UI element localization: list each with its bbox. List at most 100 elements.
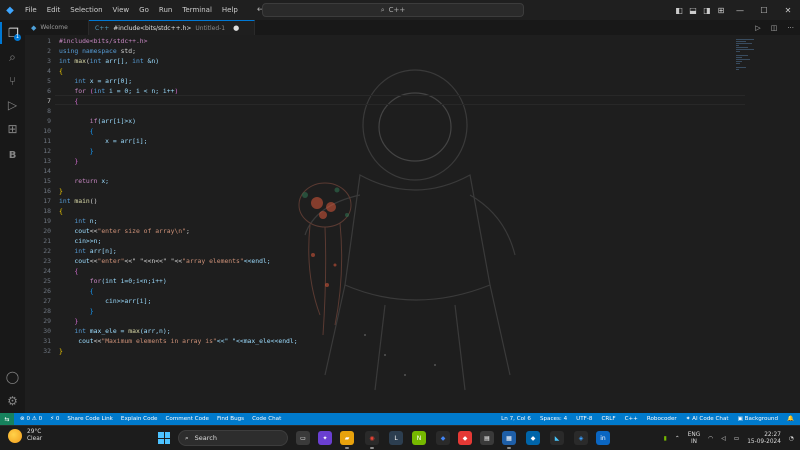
google-apps-icon[interactable]: ◆ xyxy=(436,431,450,445)
menu-go[interactable]: Go xyxy=(134,0,154,20)
menu-run[interactable]: Run xyxy=(154,0,177,20)
menu-selection[interactable]: Selection xyxy=(65,0,107,20)
menu-terminal[interactable]: Terminal xyxy=(177,0,217,20)
code-line[interactable]: int max_ele = max(arr,n); xyxy=(59,326,170,336)
status-comment-code[interactable]: Comment Code xyxy=(165,416,209,422)
code-line[interactable]: } xyxy=(59,186,63,196)
code-line[interactable]: cin>>n; xyxy=(59,236,101,246)
code-line[interactable]: cout<<"Maximum elements in array is"<<" … xyxy=(59,336,297,346)
code-editor[interactable]: 1 2 3 4 5 6 7 8 9 10 11 12 13 14 15 16 17 18 19 20 21 22 23 24 2… xyxy=(25,35,800,413)
split-editor-icon[interactable]: ◫ xyxy=(771,24,778,32)
layout-customize-icon[interactable]: ⊞ xyxy=(714,6,728,15)
terminal-app-icon[interactable]: ▤ xyxy=(480,431,494,445)
status-background[interactable]: ▣ Background xyxy=(738,416,778,422)
source-control-icon[interactable]: ⑂ xyxy=(0,70,25,92)
vscode-taskbar-icon[interactable]: ◆ xyxy=(526,431,540,445)
red-app-icon[interactable]: ◆ xyxy=(458,431,472,445)
extensions-icon[interactable]: ⊞ xyxy=(0,118,25,140)
status-problems[interactable]: ⊗ 0 ⚠ 0 xyxy=(20,416,42,422)
code-line[interactable]: int arr[n]; xyxy=(59,246,116,256)
language-indicator[interactable]: ENG IN xyxy=(688,432,701,446)
code-line[interactable]: using namespace std; xyxy=(59,46,136,56)
battery-icon[interactable]: ▭ xyxy=(734,436,739,442)
menu-view[interactable]: View xyxy=(108,0,135,20)
settings-gear-icon[interactable]: ⚙ xyxy=(0,390,25,412)
notification-center-icon[interactable]: ◔ xyxy=(789,436,794,442)
system-clock[interactable]: 22:27 15-09-2024 xyxy=(747,432,781,446)
code-line[interactable]: int n; xyxy=(59,216,97,226)
code-line[interactable]: } xyxy=(59,316,78,326)
linkedin-icon[interactable]: in xyxy=(596,431,610,445)
code-line[interactable]: cout<<"enter size of array\n"; xyxy=(59,226,189,236)
code-line[interactable]: x = arr[i]; xyxy=(59,136,147,146)
status-explain-code[interactable]: Explain Code xyxy=(121,416,158,422)
weather-widget[interactable]: 29°C Clear xyxy=(8,429,42,443)
layout-panel-icon[interactable]: ⬓ xyxy=(686,6,700,15)
status-code-chat[interactable]: Code Chat xyxy=(252,416,281,422)
code-line[interactable]: } xyxy=(59,156,78,166)
file-explorer-icon[interactable]: ▰ xyxy=(340,431,354,449)
volume-icon[interactable]: ◁ xyxy=(721,436,725,442)
code-line[interactable]: } xyxy=(59,346,63,356)
status-ai-code-chat[interactable]: ✦ AI Code Chat xyxy=(686,416,729,422)
status-indentation[interactable]: Spaces: 4 xyxy=(540,416,567,422)
layout-sidebar-icon[interactable]: ◧ xyxy=(672,6,686,15)
extension-b-icon[interactable]: B xyxy=(0,144,25,166)
menu-edit[interactable]: Edit xyxy=(42,0,66,20)
code-line[interactable]: cout<<"enter"<<" "<<n<<" "<<"array eleme… xyxy=(59,256,270,266)
code-line[interactable]: { xyxy=(59,206,63,216)
leetcode-icon[interactable]: L xyxy=(389,431,403,445)
remote-indicator-icon[interactable]: ⇆ xyxy=(0,413,14,425)
flutter-icon[interactable]: ◣ xyxy=(550,431,564,445)
status-find-bugs[interactable]: Find Bugs xyxy=(217,416,244,422)
code-line[interactable]: cin>>arr[i]; xyxy=(59,296,151,306)
minimize-icon[interactable]: — xyxy=(728,6,752,15)
run-debug-icon[interactable]: ▷ xyxy=(0,94,25,116)
code-line[interactable]: { xyxy=(59,66,63,76)
tray-app-icon[interactable]: ▮ xyxy=(664,436,667,442)
code-line[interactable]: if(arr[i]>x) xyxy=(59,116,136,126)
chrome-icon[interactable]: ◉ xyxy=(365,431,379,449)
more-actions-icon[interactable]: ··· xyxy=(787,24,794,32)
maximize-icon[interactable]: ☐ xyxy=(752,6,776,15)
code-line[interactable]: } xyxy=(59,306,94,316)
layout-secondary-icon[interactable]: ◨ xyxy=(700,6,714,15)
account-icon[interactable]: ◯ xyxy=(0,366,25,388)
tab-welcome[interactable]: ◆ Welcome xyxy=(25,20,89,35)
code-line[interactable]: int x = arr[0]; xyxy=(59,76,132,86)
status-eol[interactable]: CRLF xyxy=(601,416,615,422)
code-line[interactable]: #include<bits/stdc++.h> xyxy=(59,36,148,46)
nvidia-icon[interactable]: N xyxy=(412,431,426,445)
command-center[interactable]: ⌕ C++ xyxy=(262,3,524,17)
status-share-code-link[interactable]: Share Code Link xyxy=(67,416,112,422)
notifications-bell-icon[interactable]: 🔔 xyxy=(787,416,794,422)
code-line[interactable]: } xyxy=(59,146,94,156)
menu-help[interactable]: Help xyxy=(217,0,243,20)
close-icon[interactable]: ✕ xyxy=(776,6,800,15)
status-encoding[interactable]: UTF-8 xyxy=(576,416,592,422)
code-line[interactable]: for (int i = 0; i < n; i++) xyxy=(59,86,178,96)
code-line[interactable]: int main() xyxy=(59,196,97,206)
search-icon[interactable]: ⌕ xyxy=(0,46,25,68)
task-view-icon[interactable]: ▭ xyxy=(296,431,310,445)
code-line[interactable]: int max(int arr[], int &n) xyxy=(59,56,159,66)
app-icon[interactable]: ◈ xyxy=(574,431,588,445)
status-language[interactable]: C++ xyxy=(625,416,638,422)
status-cursor-position[interactable]: Ln 7, Col 6 xyxy=(501,416,531,422)
code-line[interactable]: return x; xyxy=(59,176,109,186)
windows-start-icon[interactable] xyxy=(158,432,170,444)
unsaved-dot-icon[interactable]: ● xyxy=(233,24,239,32)
copilot-icon[interactable]: ✦ xyxy=(318,431,332,445)
menu-file[interactable]: File xyxy=(20,0,42,20)
code-line[interactable]: { xyxy=(59,286,94,296)
status-ports[interactable]: ⚡ 0 xyxy=(50,416,59,422)
tray-overflow-icon[interactable]: ⌃ xyxy=(675,436,680,442)
minimap[interactable] xyxy=(736,39,760,79)
code-line[interactable]: { xyxy=(59,126,94,136)
explorer-icon[interactable]: ❐ 1 xyxy=(0,22,25,44)
code-line[interactable]: { xyxy=(59,266,78,276)
code-line[interactable]: { xyxy=(59,96,78,106)
virtualbox-icon[interactable]: ▦ xyxy=(502,431,516,449)
run-icon[interactable]: ▷ xyxy=(755,24,760,32)
status-robocoder[interactable]: Robocoder xyxy=(647,416,677,422)
